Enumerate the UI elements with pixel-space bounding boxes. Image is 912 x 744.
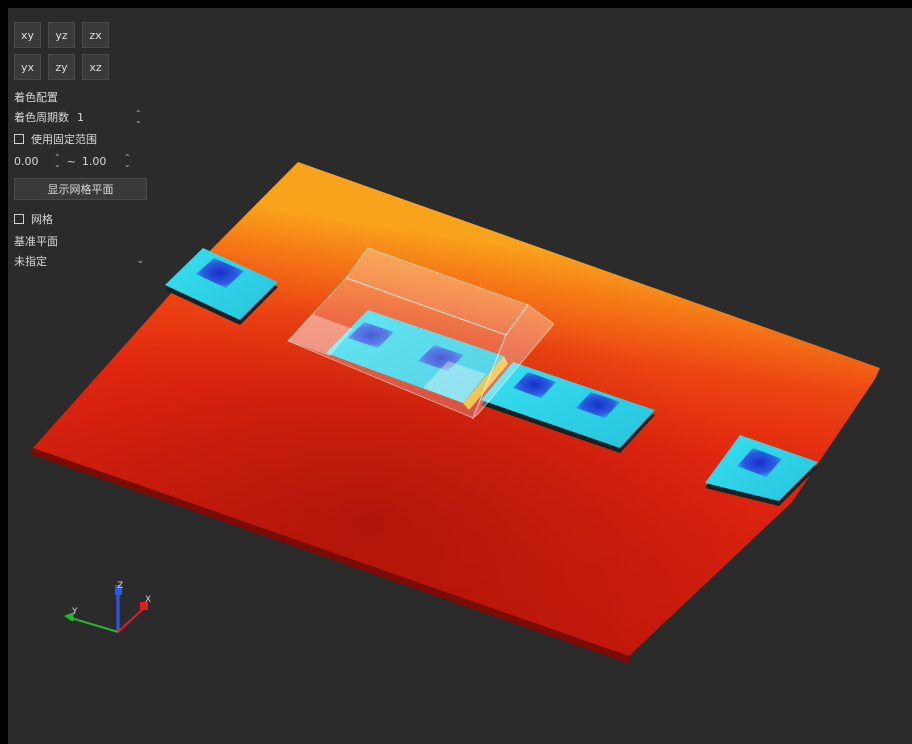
fixed-range-checkbox[interactable] xyxy=(14,134,24,144)
show-grid-plane-button[interactable]: 显示网格平面 xyxy=(14,178,147,200)
grid-row: 网格 xyxy=(14,208,156,230)
color-cycles-row: 着色周期数 1 ⌃ ⌄ xyxy=(14,106,156,128)
grid-checkbox[interactable] xyxy=(14,214,24,224)
color-config-title: 着色配置 xyxy=(14,91,58,104)
view-zy-button[interactable]: zy xyxy=(48,54,75,80)
spin-arrows-icon[interactable]: ⌃ ⌄ xyxy=(124,154,131,169)
axis-gizmo: Z Y X xyxy=(64,581,151,633)
fixed-range-row: 使用固定范围 xyxy=(14,128,156,150)
range-separator: ~ xyxy=(66,154,76,168)
control-panel: xy yz zx yx zy xz 着色配置 着色周期数 1 ⌃ ⌄ 使用固定范围… xyxy=(14,22,156,272)
range-row: 0.00 ⌃ ⌄ ~ 1.00 ⌃ ⌄ xyxy=(14,150,156,172)
axis-label-x: X xyxy=(145,595,151,605)
base-plane-select[interactable]: 未指定 ⌄ xyxy=(14,250,144,272)
view-yx-button[interactable]: yx xyxy=(14,54,41,80)
spin-arrows-icon[interactable]: ⌃ ⌄ xyxy=(135,110,142,125)
range-min-input[interactable]: 0.00 xyxy=(14,155,54,168)
base-plane-title: 基准平面 xyxy=(14,235,58,248)
view-yz-button[interactable]: yz xyxy=(48,22,75,48)
chevron-down-icon: ⌄ xyxy=(136,256,144,266)
spin-arrows-icon[interactable]: ⌃ ⌄ xyxy=(54,154,61,169)
color-cycles-label: 着色周期数 xyxy=(14,111,69,124)
grid-label: 网格 xyxy=(31,213,53,226)
app-window: Z Y X xy yz zx yx zy xz 着色配置 着色周期数 1 ⌃ ⌄ … xyxy=(8,8,912,744)
view-xy-button[interactable]: xy xyxy=(14,22,41,48)
view-buttons-row-2: yx zy xz xyxy=(14,54,156,80)
heatmap-plate xyxy=(30,162,880,664)
axis-label-y: Y xyxy=(71,607,78,617)
color-cycles-input[interactable]: 1 xyxy=(77,111,125,124)
range-max-input[interactable]: 1.00 xyxy=(82,155,116,168)
view-zx-button[interactable]: zx xyxy=(82,22,109,48)
view-xz-button[interactable]: xz xyxy=(82,54,109,80)
fixed-range-label: 使用固定范围 xyxy=(31,133,97,146)
view-buttons-row-1: xy yz zx xyxy=(14,22,156,48)
axis-label-z: Z xyxy=(117,581,123,591)
base-plane-selected: 未指定 xyxy=(14,255,47,268)
